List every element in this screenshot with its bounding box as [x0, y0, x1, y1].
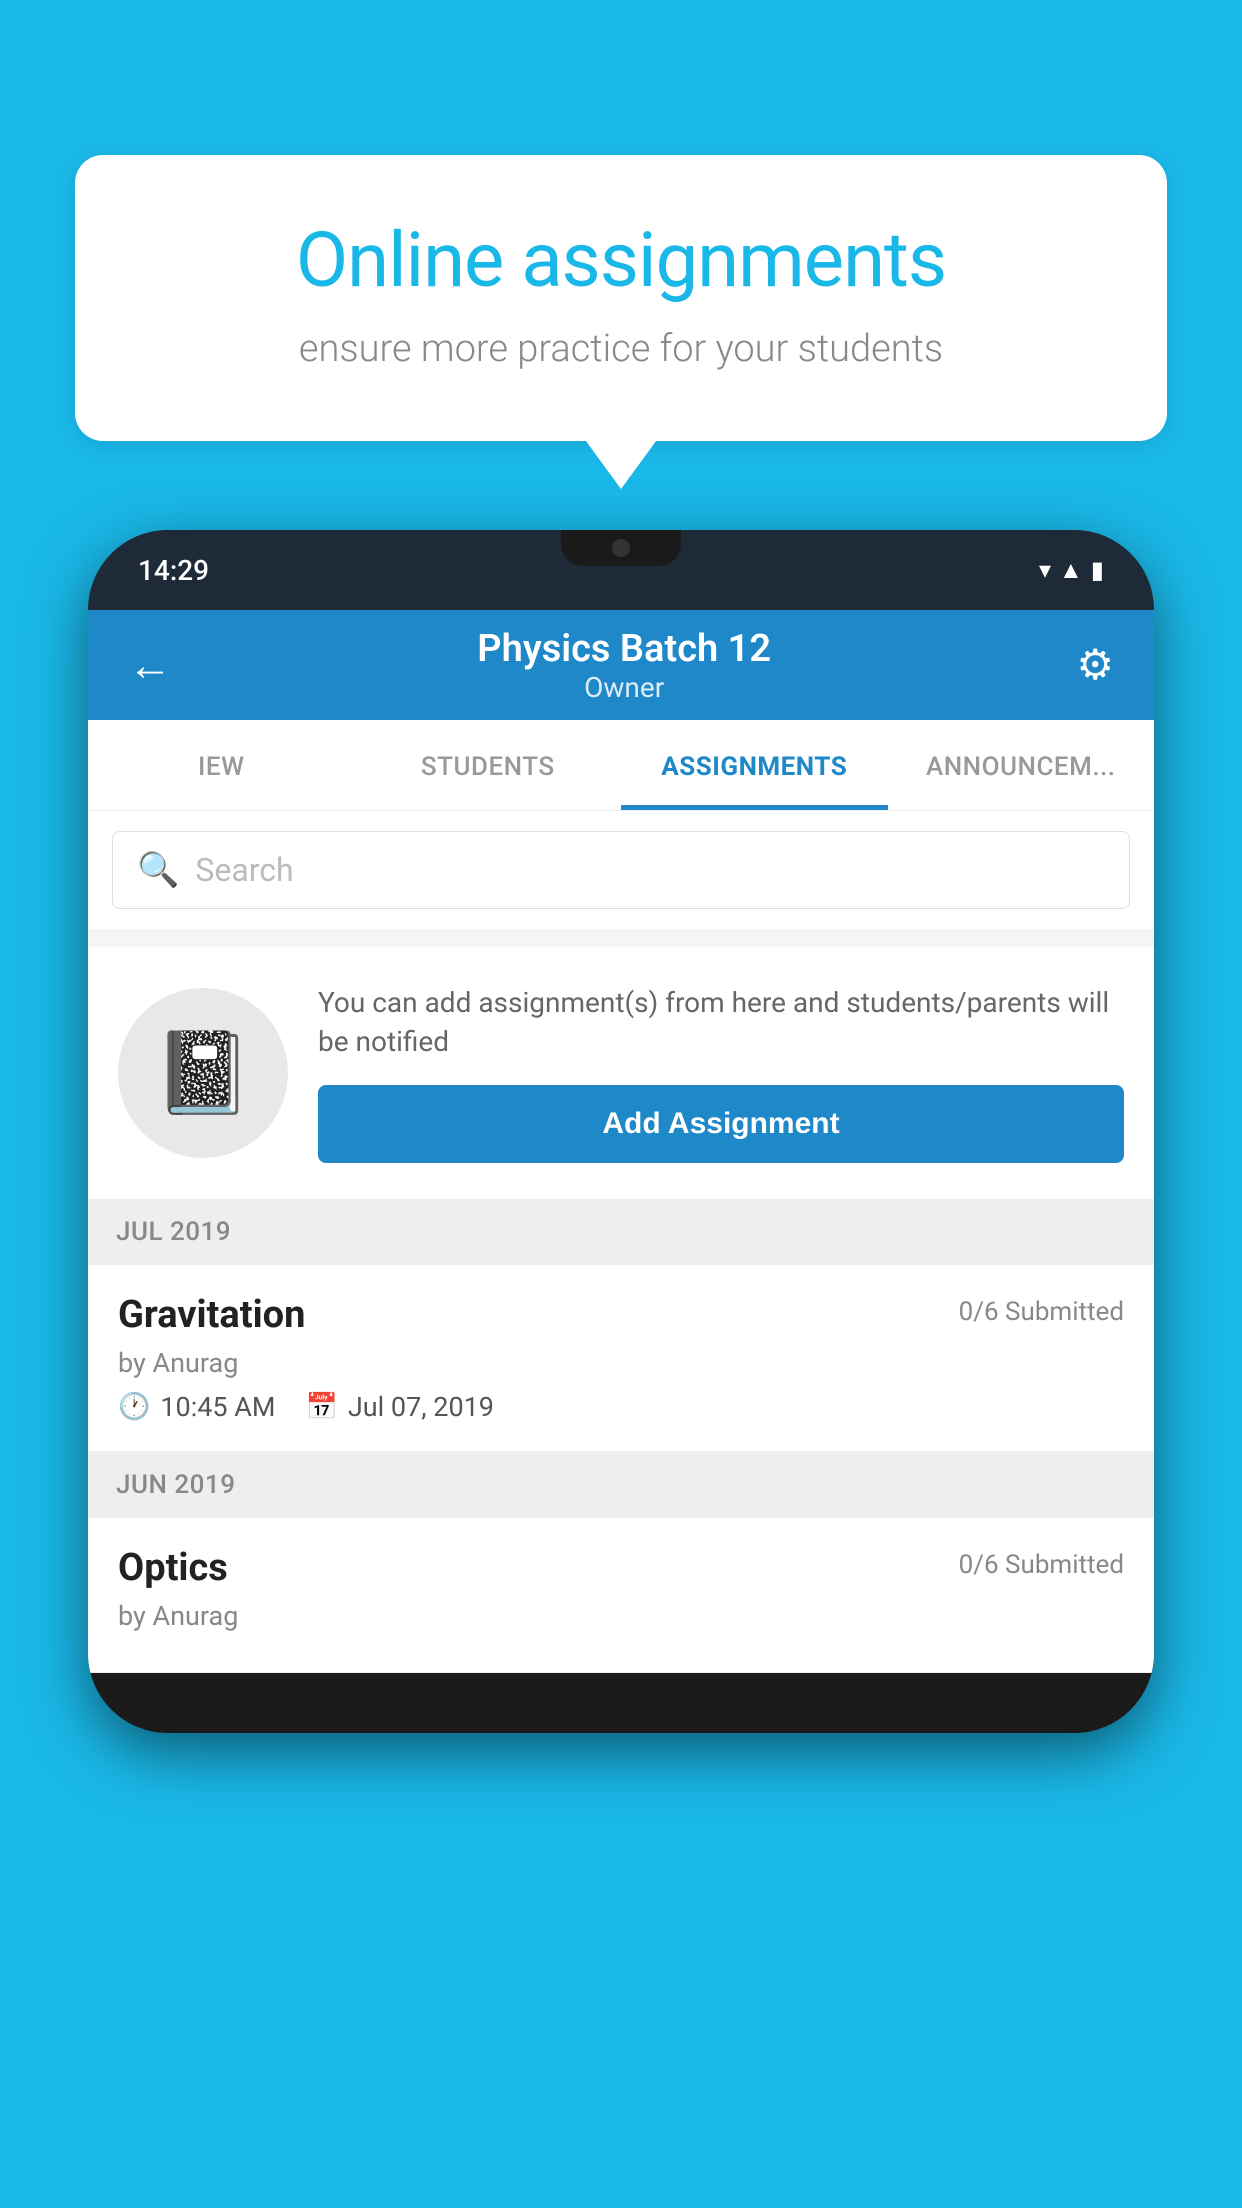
promo-card: 📓 You can add assignment(s) from here an…: [88, 947, 1154, 1199]
status-bar: 14:29 ▾ ▲ ▮: [88, 530, 1154, 610]
meta-date: 📅 Jul 07, 2019: [306, 1391, 494, 1423]
search-placeholder: Search: [195, 851, 293, 889]
app-bar: ← Physics Batch 12 Owner ⚙: [88, 610, 1154, 720]
assignment-meta: 🕐 10:45 AM 📅 Jul 07, 2019: [118, 1391, 1124, 1423]
promo-text: You can add assignment(s) from here and …: [318, 983, 1124, 1061]
phone-bottom: [88, 1673, 1154, 1733]
assignment-submitted: 0/6 Submitted: [959, 1297, 1124, 1327]
assignment-time: 10:45 AM: [160, 1391, 275, 1423]
bubble-subtitle: ensure more practice for your students: [155, 327, 1087, 371]
assignment-date: Jul 07, 2019: [348, 1391, 494, 1423]
speech-bubble-container: Online assignments ensure more practice …: [75, 155, 1167, 441]
assignment-submitted-optics: 0/6 Submitted: [959, 1550, 1124, 1580]
promo-icon-circle: 📓: [118, 988, 288, 1158]
status-icons: ▾ ▲ ▮: [1039, 556, 1104, 585]
add-assignment-button[interactable]: Add Assignment: [318, 1085, 1124, 1163]
section-header-jun: JUN 2019: [88, 1452, 1154, 1518]
phone-content: 🔍 Search 📓 You can add assignment(s) fro…: [88, 811, 1154, 1673]
assignment-item-optics[interactable]: Optics 0/6 Submitted by Anurag: [88, 1518, 1154, 1673]
search-bar[interactable]: 🔍 Search: [112, 831, 1130, 909]
tab-bar: IEW STUDENTS ASSIGNMENTS ANNOUNCEM...: [88, 720, 1154, 811]
section-header-jul: JUL 2019: [88, 1199, 1154, 1265]
search-bar-container: 🔍 Search: [88, 811, 1154, 929]
assignment-top-row-optics: Optics 0/6 Submitted: [118, 1546, 1124, 1590]
tab-students[interactable]: STUDENTS: [355, 720, 622, 810]
gear-icon[interactable]: ⚙: [1076, 640, 1114, 690]
assignment-title-optics: Optics: [118, 1546, 228, 1590]
assignment-title: Gravitation: [118, 1293, 305, 1337]
phone-wrapper: 14:29 ▾ ▲ ▮ ← Physics Batch 12 Owner ⚙ I…: [88, 530, 1154, 1733]
back-button[interactable]: ←: [128, 639, 172, 691]
speech-bubble: Online assignments ensure more practice …: [75, 155, 1167, 441]
wifi-icon: ▾: [1039, 556, 1051, 584]
tab-assignments[interactable]: ASSIGNMENTS: [621, 720, 888, 810]
camera-dot: [612, 539, 630, 557]
app-bar-title-area: Physics Batch 12 Owner: [477, 627, 771, 704]
signal-icon: ▲: [1059, 556, 1083, 585]
app-bar-subtitle: Owner: [477, 671, 771, 704]
assignment-by: by Anurag: [118, 1347, 1124, 1379]
tab-announcements[interactable]: ANNOUNCEM...: [888, 720, 1155, 810]
assignment-item-gravitation[interactable]: Gravitation 0/6 Submitted by Anurag 🕐 10…: [88, 1265, 1154, 1452]
bubble-title: Online assignments: [155, 215, 1087, 305]
promo-right: You can add assignment(s) from here and …: [318, 983, 1124, 1163]
app-bar-title: Physics Batch 12: [477, 627, 771, 671]
calendar-icon: 📅: [306, 1392, 338, 1422]
battery-icon: ▮: [1091, 556, 1104, 584]
phone-notch: [561, 530, 681, 566]
assignment-by-optics: by Anurag: [118, 1600, 1124, 1632]
meta-time: 🕐 10:45 AM: [118, 1391, 276, 1423]
phone-device: 14:29 ▾ ▲ ▮ ← Physics Batch 12 Owner ⚙ I…: [88, 530, 1154, 1733]
search-icon: 🔍: [137, 850, 179, 890]
status-time: 14:29: [138, 554, 209, 587]
notebook-icon: 📓: [153, 1026, 253, 1120]
clock-icon: 🕐: [118, 1392, 150, 1422]
tab-iew[interactable]: IEW: [88, 720, 355, 810]
assignment-top-row: Gravitation 0/6 Submitted: [118, 1293, 1124, 1337]
